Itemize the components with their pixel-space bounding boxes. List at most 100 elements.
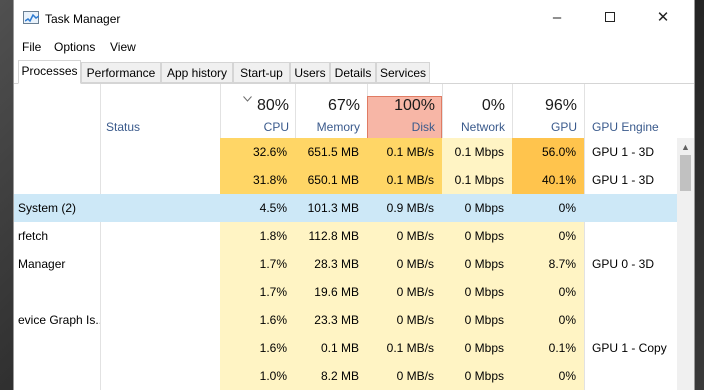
cell-status (100, 166, 220, 194)
header-gpu-engine[interactable]: GPU Engine (592, 120, 659, 134)
header-status[interactable]: Status (106, 120, 140, 134)
cell-gpu: 0% (512, 362, 584, 390)
maximize-icon (605, 12, 615, 22)
scroll-up-arrow-icon[interactable]: ▲ (677, 138, 694, 155)
table-row[interactable]: 1.7% 19.6 MB 0 MB/s 0 Mbps 0% (14, 278, 694, 306)
table-row[interactable]: 1.6% 0.1 MB 0.1 MB/s 0 Mbps 0.1% GPU 1 - Copy (14, 334, 694, 362)
cell-network: 0 Mbps (442, 222, 512, 250)
table-row[interactable]: 1.0% 8.2 MB 0 MB/s 0 Mbps 0% (14, 362, 694, 390)
cell-gpu: 0.1% (512, 334, 584, 362)
header-cpu-pct[interactable]: 80% (220, 97, 289, 115)
table-row[interactable]: evice Graph Is... 1.6% 23.3 MB 0 MB/s 0 Mbps… (14, 306, 694, 334)
tab-app-history[interactable]: App history (161, 62, 233, 83)
tab-users[interactable]: Users (290, 62, 330, 83)
menu-options[interactable]: Options (54, 40, 95, 54)
cell-network: 0 Mbps (442, 306, 512, 334)
title-bar[interactable]: Task Manager – ✕ (14, 0, 694, 34)
task-manager-app-icon (23, 11, 39, 24)
cell-name: Manager (18, 257, 66, 271)
cell-name: evice Graph Is... (18, 313, 100, 327)
cell-cpu: 31.8% (220, 166, 295, 194)
header-memory-pct[interactable]: 67% (295, 97, 360, 115)
cell-disk: 0 MB/s (367, 250, 442, 278)
cell-disk: 0 MB/s (367, 306, 442, 334)
menu-view[interactable]: View (110, 40, 136, 54)
cell-network: 0 Mbps (442, 278, 512, 306)
tab-performance[interactable]: Performance (81, 62, 161, 83)
cell-gpu: 8.7% (512, 250, 584, 278)
cell-gpu-engine: GPU 1 - 3D (592, 173, 655, 187)
cell-memory: 19.6 MB (295, 278, 367, 306)
header-cpu[interactable]: CPU (220, 120, 289, 134)
cell-disk: 0 MB/s (367, 222, 442, 250)
header-gpu[interactable]: GPU (512, 120, 577, 134)
process-table: Status 80% CPU 67% Memory 100% Disk 0% N… (14, 84, 694, 390)
cell-disk: 0 MB/s (367, 362, 442, 390)
cell-gpu-engine (584, 222, 678, 250)
cell-cpu: 4.5% (259, 201, 287, 215)
cell-gpu-engine (584, 362, 678, 390)
menu-file[interactable]: File (22, 40, 41, 54)
cell-gpu-engine: GPU 0 - 3D (592, 257, 655, 271)
cell-memory: 0.1 MB (295, 334, 367, 362)
tab-strip: Processes Performance App history Start-… (16, 60, 694, 84)
cell-network: 0 Mbps (464, 201, 504, 215)
cell-cpu: 1.8% (220, 222, 295, 250)
table-row[interactable]: 32.6% 651.5 MB 0.1 MB/s 0.1 Mbps 56.0% GPU 1 … (14, 138, 694, 166)
tab-processes[interactable]: Processes (18, 60, 81, 84)
cell-disk: 0.1 MB/s (367, 166, 442, 194)
header-network[interactable]: Network (442, 120, 505, 134)
vertical-scrollbar[interactable]: ▲ (677, 138, 694, 390)
task-manager-window: Task Manager – ✕ File Options View Proce… (13, 0, 695, 390)
cell-memory: 101.3 MB (307, 201, 359, 215)
cell-name (14, 334, 100, 362)
cell-name: System (2) (18, 201, 77, 215)
cell-network: 0 Mbps (442, 250, 512, 278)
header-gpu-pct[interactable]: 96% (512, 97, 577, 115)
scroll-thumb[interactable] (680, 155, 691, 191)
cell-memory: 650.1 MB (295, 166, 367, 194)
table-row[interactable]: System (2) 4.5% 101.3 MB 0.9 MB/s 0 Mbps 0% (14, 194, 694, 222)
header-network-pct[interactable]: 0% (442, 97, 505, 115)
cell-status (100, 250, 220, 278)
cell-cpu: 1.7% (220, 278, 295, 306)
tab-services[interactable]: Services (376, 62, 430, 83)
cell-status (100, 362, 220, 390)
cell-disk: 0.1 MB/s (367, 138, 442, 166)
cell-gpu-engine (584, 278, 678, 306)
cell-gpu-engine (584, 194, 678, 222)
minimize-icon: – (552, 8, 562, 26)
cell-status (100, 306, 220, 334)
cell-status (100, 194, 220, 222)
table-row[interactable]: rfetch 1.8% 112.8 MB 0 MB/s 0 Mbps 0% (14, 222, 694, 250)
cell-memory: 28.3 MB (295, 250, 367, 278)
cell-gpu-engine: GPU 1 - 3D (592, 145, 655, 159)
table-row[interactable]: 31.8% 650.1 MB 0.1 MB/s 0.1 Mbps 40.1% GPU 1 … (14, 166, 694, 194)
cell-disk: 0.1 MB/s (367, 334, 442, 362)
cell-cpu: 1.6% (220, 334, 295, 362)
tab-details[interactable]: Details (330, 62, 376, 83)
cell-status (100, 138, 220, 166)
cell-name: rfetch (18, 229, 49, 243)
cell-disk: 0 MB/s (367, 278, 442, 306)
cell-memory: 8.2 MB (295, 362, 367, 390)
cell-name (14, 362, 100, 390)
cell-gpu: 0% (512, 306, 584, 334)
header-disk[interactable]: Disk (367, 120, 435, 134)
cell-gpu: 40.1% (512, 166, 584, 194)
cell-gpu-engine (584, 306, 678, 334)
cell-status (100, 278, 220, 306)
minimize-button[interactable]: – (534, 0, 580, 34)
header-disk-pct[interactable]: 100% (367, 97, 435, 115)
cell-status (100, 222, 220, 250)
table-row[interactable]: Manager 1.7% 28.3 MB 0 MB/s 0 Mbps 8.7% GPU 0 … (14, 250, 694, 278)
header-memory[interactable]: Memory (295, 120, 360, 134)
maximize-button[interactable] (587, 0, 633, 34)
tab-start-up[interactable]: Start-up (233, 62, 290, 83)
cell-gpu: 0% (558, 201, 576, 215)
cell-gpu: 0% (512, 278, 584, 306)
cell-network: 0.1 Mbps (442, 166, 512, 194)
window-title: Task Manager (45, 12, 121, 26)
close-button[interactable]: ✕ (640, 0, 686, 34)
cell-name (14, 278, 100, 306)
